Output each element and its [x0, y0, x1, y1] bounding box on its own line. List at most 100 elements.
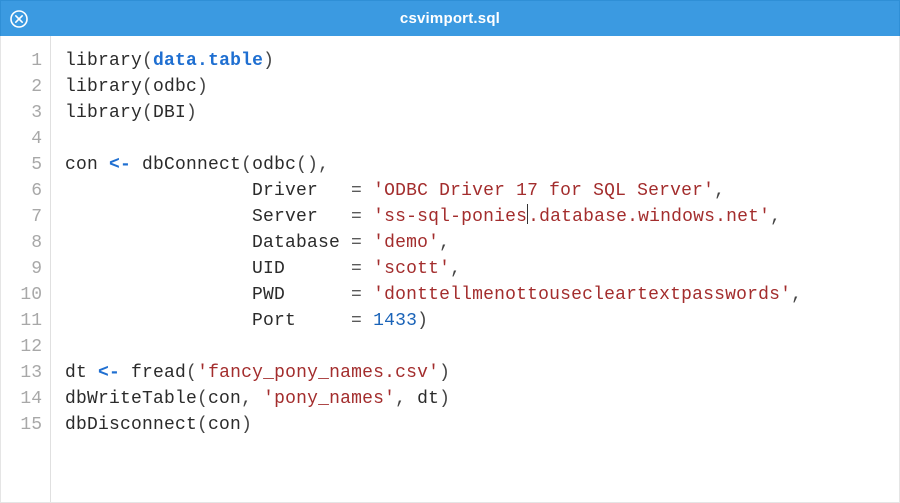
code-token: ) — [439, 363, 450, 383]
code-token: ) — [241, 415, 252, 435]
code-token — [362, 207, 373, 227]
line-number: 14 — [1, 386, 42, 412]
code-token: UID — [65, 259, 351, 279]
code-token: 'fancy_pony_names.csv' — [197, 363, 439, 383]
code-token: data — [153, 51, 197, 71]
code-token: ( — [197, 415, 208, 435]
code-token: dt — [406, 389, 439, 409]
code-line[interactable]: con <- dbConnect(odbc(), — [65, 152, 899, 178]
code-token: = — [351, 311, 362, 331]
code-token: ( — [142, 77, 153, 97]
code-token: 'pony_names' — [263, 389, 395, 409]
code-line[interactable]: Port = 1433) — [65, 308, 899, 334]
code-token: dbWriteTable — [65, 389, 197, 409]
code-token: , — [450, 259, 461, 279]
code-token — [362, 259, 373, 279]
code-token: = — [351, 259, 362, 279]
code-token: 'donttellmenottousecleartextpasswords' — [373, 285, 791, 305]
code-token: 'demo' — [373, 233, 439, 253]
code-token — [362, 285, 373, 305]
line-number: 2 — [1, 74, 42, 100]
code-line[interactable]: library(odbc) — [65, 74, 899, 100]
code-token: library — [65, 77, 142, 97]
code-token: 'scott' — [373, 259, 450, 279]
code-token: () — [296, 155, 318, 175]
code-token: ( — [186, 363, 197, 383]
code-line[interactable]: library(DBI) — [65, 100, 899, 126]
code-token: Server — [65, 207, 351, 227]
line-number: 11 — [1, 308, 42, 334]
code-token: dbConnect — [131, 155, 241, 175]
line-number: 6 — [1, 178, 42, 204]
code-token: , — [714, 181, 725, 201]
code-line[interactable]: dt <- fread('fancy_pony_names.csv') — [65, 360, 899, 386]
code-token: table — [208, 51, 263, 71]
line-number: 3 — [1, 100, 42, 126]
code-line[interactable]: UID = 'scott', — [65, 256, 899, 282]
code-token: , — [318, 155, 329, 175]
code-token: con — [208, 415, 241, 435]
line-number: 13 — [1, 360, 42, 386]
line-gutter: 123456789101112131415 — [1, 36, 51, 502]
code-token: ( — [241, 155, 252, 175]
code-token: library — [65, 103, 142, 123]
code-token — [252, 389, 263, 409]
code-editor[interactable]: 123456789101112131415 library(data.table… — [0, 36, 900, 503]
code-token: Driver — [65, 181, 351, 201]
code-line[interactable]: Server = 'ss-sql-ponies.database.windows… — [65, 204, 899, 230]
code-token — [362, 181, 373, 201]
line-number: 4 — [1, 126, 42, 152]
code-token: odbc — [153, 77, 197, 97]
code-token: library — [65, 51, 142, 71]
code-token: ) — [417, 311, 428, 331]
code-token: con — [65, 155, 109, 175]
code-token: . — [197, 51, 208, 71]
code-token: = — [351, 233, 362, 253]
code-line[interactable]: dbDisconnect(con) — [65, 412, 899, 438]
code-token: 1433 — [373, 311, 417, 331]
code-token: = — [351, 285, 362, 305]
close-button[interactable] — [10, 10, 28, 28]
code-token: <- — [109, 155, 131, 175]
code-token: , — [241, 389, 252, 409]
code-token: = — [351, 207, 362, 227]
code-line[interactable] — [65, 334, 899, 360]
code-token: ) — [439, 389, 450, 409]
close-icon — [10, 10, 28, 28]
code-area[interactable]: library(data.table)library(odbc)library(… — [51, 36, 899, 502]
line-number: 8 — [1, 230, 42, 256]
code-token: , — [791, 285, 802, 305]
code-line[interactable]: Driver = 'ODBC Driver 17 for SQL Server'… — [65, 178, 899, 204]
code-token: 'ODBC Driver 17 for SQL Server' — [373, 181, 714, 201]
code-token: DBI — [153, 103, 186, 123]
code-token: ) — [197, 77, 208, 97]
code-line[interactable] — [65, 126, 899, 152]
code-token: dbDisconnect — [65, 415, 197, 435]
code-line[interactable]: library(data.table) — [65, 48, 899, 74]
line-number: 5 — [1, 152, 42, 178]
code-token: fread — [120, 363, 186, 383]
code-token — [362, 311, 373, 331]
line-number: 10 — [1, 282, 42, 308]
code-token: = — [351, 181, 362, 201]
code-line[interactable]: dbWriteTable(con, 'pony_names', dt) — [65, 386, 899, 412]
code-token — [362, 233, 373, 253]
code-token: PWD — [65, 285, 351, 305]
code-token: dt — [65, 363, 98, 383]
code-token: Database — [65, 233, 351, 253]
code-token: , — [770, 207, 781, 227]
code-token: 'ss-sql-ponies — [373, 207, 527, 227]
code-token: ( — [142, 51, 153, 71]
code-token: .database.windows.net' — [528, 207, 770, 227]
line-number: 9 — [1, 256, 42, 282]
code-token: odbc — [252, 155, 296, 175]
code-line[interactable]: Database = 'demo', — [65, 230, 899, 256]
code-token: <- — [98, 363, 120, 383]
code-line[interactable]: PWD = 'donttellmenottousecleartextpasswo… — [65, 282, 899, 308]
titlebar: csvimport.sql — [0, 0, 900, 36]
line-number: 7 — [1, 204, 42, 230]
code-token: con — [208, 389, 241, 409]
window-title: csvimport.sql — [1, 10, 899, 27]
line-number: 15 — [1, 412, 42, 438]
code-token: , — [395, 389, 406, 409]
